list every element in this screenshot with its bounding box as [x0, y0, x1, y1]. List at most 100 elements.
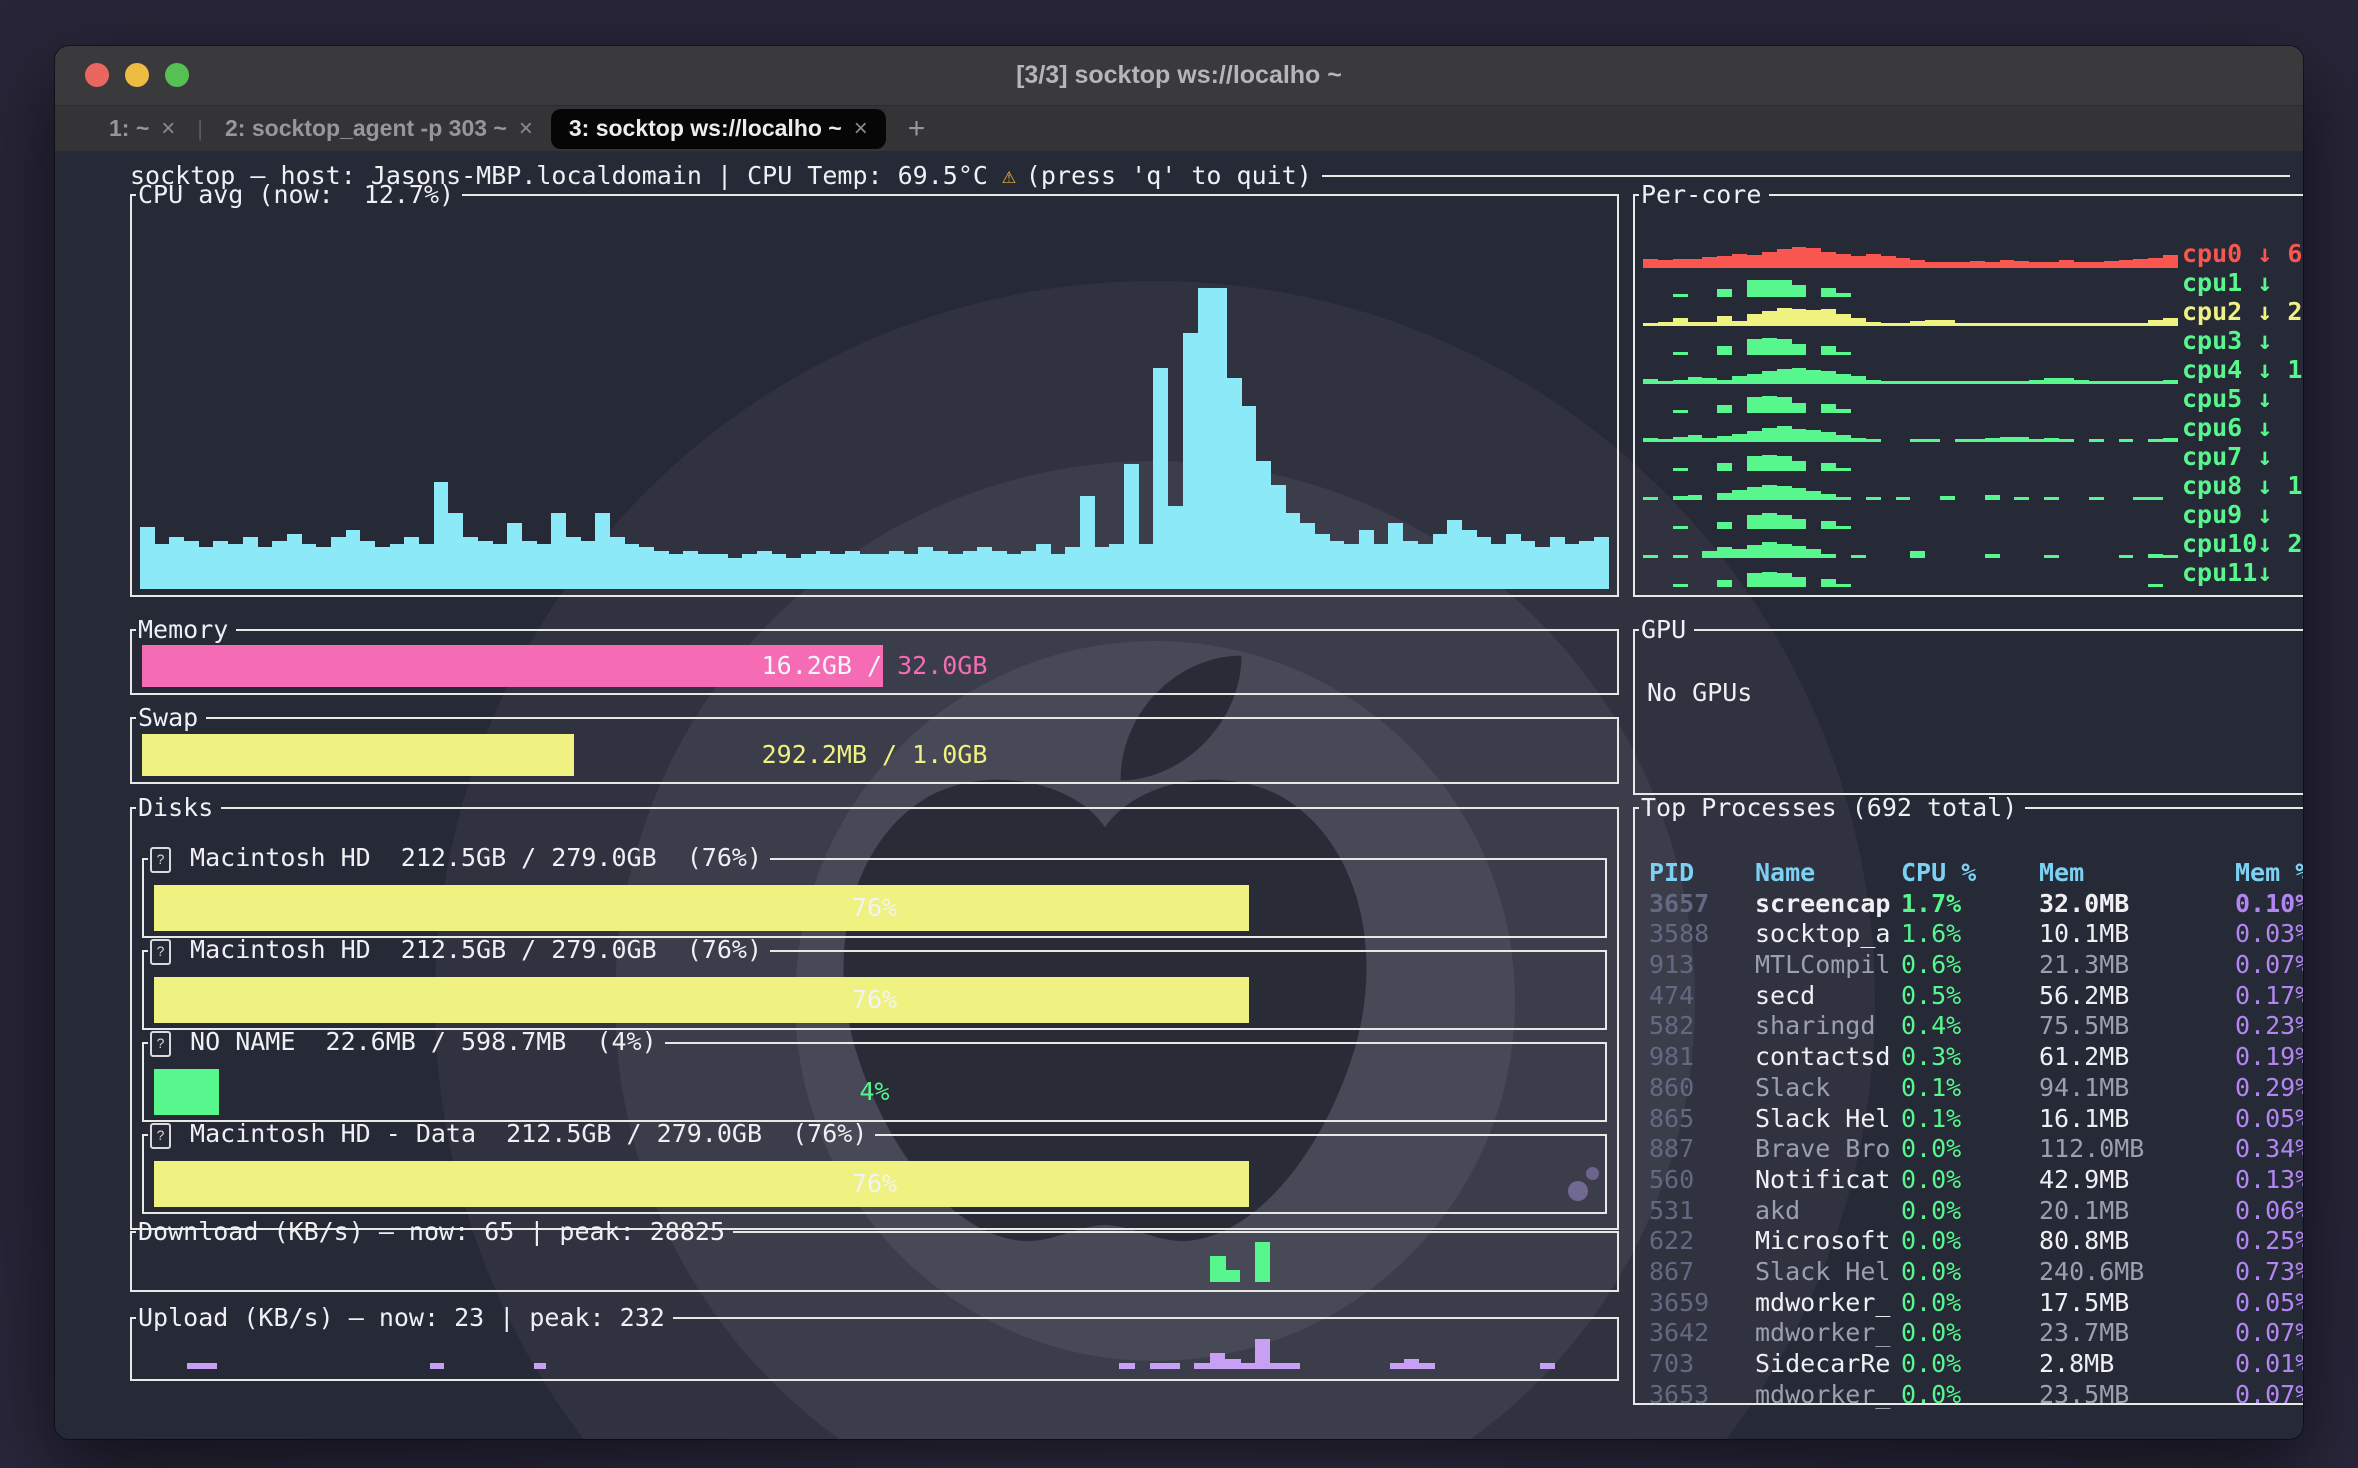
spark-bar — [1777, 573, 1792, 587]
status-rule — [1322, 175, 2290, 177]
spark-bar — [1762, 396, 1777, 413]
memory-gauge: 16.2GB / 32.0GB — [142, 645, 1607, 687]
tab-close-icon[interactable]: × — [854, 115, 868, 143]
spark-bar — [1792, 429, 1807, 442]
core-label: cpu1 ↓ 0.0% — [2182, 268, 2303, 297]
spark-bar — [1777, 308, 1792, 326]
spark-bar — [1792, 488, 1807, 500]
process-cell: mdworker_ — [1755, 1318, 1901, 1349]
net-bar — [534, 1363, 546, 1369]
process-cell: SidecarRe — [1755, 1349, 1901, 1380]
core-sparkline — [1643, 558, 2182, 587]
tab-3[interactable]: 3: socktop ws://localho ~× — [551, 109, 886, 149]
spark-bar — [1688, 259, 1703, 268]
tab-1[interactable]: 1: ~× — [91, 109, 193, 149]
cpu-bar — [1300, 523, 1315, 589]
process-cell: socktop_a — [1755, 919, 1901, 950]
cpu-avg-panel: CPU avg (now: 12.7%) — [130, 181, 1619, 597]
spark-bar — [1896, 258, 1911, 268]
process-cell: 0.3% — [1901, 1042, 2039, 1073]
process-cell: 0.73% — [2235, 1257, 2303, 1288]
cpu-bar — [331, 537, 346, 589]
cpu-bar — [1344, 544, 1359, 589]
spark-bar — [1910, 260, 1925, 268]
spark-bar — [1792, 368, 1807, 384]
spark-bar — [1821, 521, 1836, 529]
download-sparkline — [132, 1246, 1617, 1290]
cpu-bar — [346, 530, 361, 589]
per-core-row: cpu1 ↓ 0.0% — [1643, 268, 2303, 297]
spark-bar — [1762, 428, 1777, 442]
process-cell: 531 — [1649, 1196, 1755, 1227]
spark-bar — [1777, 339, 1792, 355]
spark-bar — [1747, 431, 1762, 442]
spark-bar — [1717, 405, 1732, 413]
process-cell: akd — [1755, 1196, 1901, 1227]
cpu-bar — [669, 554, 684, 589]
spark-bar — [1851, 318, 1866, 326]
disk-item: ? NO NAME 22.6MB / 598.7MB (4%)4% — [142, 1028, 1607, 1122]
spark-bar — [2148, 584, 2163, 587]
process-cell: Slack Hel — [1755, 1257, 1901, 1288]
process-row: 622Microsoft0.0%80.8MB0.25% — [1649, 1226, 2303, 1257]
core-sparkline — [1643, 500, 2182, 529]
net-bar — [1255, 1242, 1270, 1282]
spark-bar — [1792, 403, 1807, 413]
cpu-bar — [1286, 513, 1301, 589]
cpu-bar — [1418, 544, 1433, 589]
process-row: 3642mdworker_0.0%23.7MB0.07% — [1649, 1318, 2303, 1349]
per-core-row: cpu11↓ 0.0% — [1643, 558, 2303, 587]
per-core-title: Per-core — [1639, 181, 1769, 209]
disk-gauge-label: 4% — [154, 1069, 1595, 1115]
process-cell: 56.2MB — [2039, 981, 2235, 1012]
cpu-bar — [1036, 544, 1051, 589]
process-cell: Microsoft — [1755, 1226, 1901, 1257]
net-bar — [1210, 1353, 1225, 1369]
cpu-bar — [1550, 537, 1565, 589]
cpu-bar — [1506, 534, 1521, 589]
process-cell: 0.19% — [2235, 1042, 2303, 1073]
memory-total-value: 32.0GB — [897, 651, 987, 680]
window-titlebar[interactable]: [3/3] socktop ws://localho ~ — [55, 46, 2303, 106]
spark-bar — [1762, 572, 1777, 587]
process-cell: 23.7MB — [2039, 1318, 2235, 1349]
cpu-bar — [728, 558, 743, 589]
spark-bar — [2119, 260, 2134, 268]
process-cell: 582 — [1649, 1011, 1755, 1042]
process-cell: 0.13% — [2235, 1165, 2303, 1196]
spark-bar — [1792, 285, 1807, 297]
per-core-list: cpu0 ↓ 66.7%cpu1 ↓ 0.0%cpu2 ↓ 25.0%cpu3 … — [1643, 239, 2303, 587]
disk-gauge: 76% — [154, 885, 1595, 931]
disk-title-text: Macintosh HD - Data 212.5GB / 279.0GB (7… — [175, 1119, 867, 1148]
cpu-bar — [1256, 461, 1271, 589]
cpu-avg-title: CPU avg (now: 12.7%) — [136, 181, 462, 209]
memory-title: Memory — [136, 616, 236, 644]
tab-2[interactable]: 2: socktop_agent -p 303 ~× — [207, 109, 551, 149]
cpu-bar — [1565, 544, 1580, 589]
cpu-bar — [1227, 378, 1242, 589]
swap-gauge: 292.2MB / 1.0GB — [142, 734, 1607, 776]
process-cell: contactsd — [1755, 1042, 1901, 1073]
tab-close-icon[interactable]: × — [161, 115, 175, 143]
cpu-bar — [1315, 534, 1330, 589]
spark-bar — [1658, 260, 1673, 268]
tab-close-icon[interactable]: × — [519, 115, 533, 143]
cpu-bar — [1447, 520, 1462, 589]
spark-bar — [1747, 255, 1762, 268]
process-cell: 0.05% — [2235, 1104, 2303, 1135]
column-header: Mem — [2039, 858, 2235, 889]
spark-bar — [1836, 374, 1851, 384]
process-cell: 3653 — [1649, 1380, 1755, 1411]
terminal-window: [3/3] socktop ws://localho ~ 1: ~×|2: so… — [55, 46, 2303, 1439]
spark-bar — [1821, 371, 1836, 384]
process-cell: 240.6MB — [2039, 1257, 2235, 1288]
per-core-row: cpu0 ↓ 66.7% — [1643, 239, 2303, 268]
spark-bar — [2059, 260, 2074, 268]
process-cell: 0.6% — [1901, 950, 2039, 981]
new-tab-button[interactable]: + — [908, 112, 926, 146]
cpu-bar — [963, 551, 978, 589]
disk-gauge-label: 76% — [154, 977, 1595, 1023]
process-cell: 887 — [1649, 1134, 1755, 1165]
core-label: cpu2 ↓ 25.0% — [2182, 297, 2303, 326]
gpu-title: GPU — [1639, 616, 1694, 644]
